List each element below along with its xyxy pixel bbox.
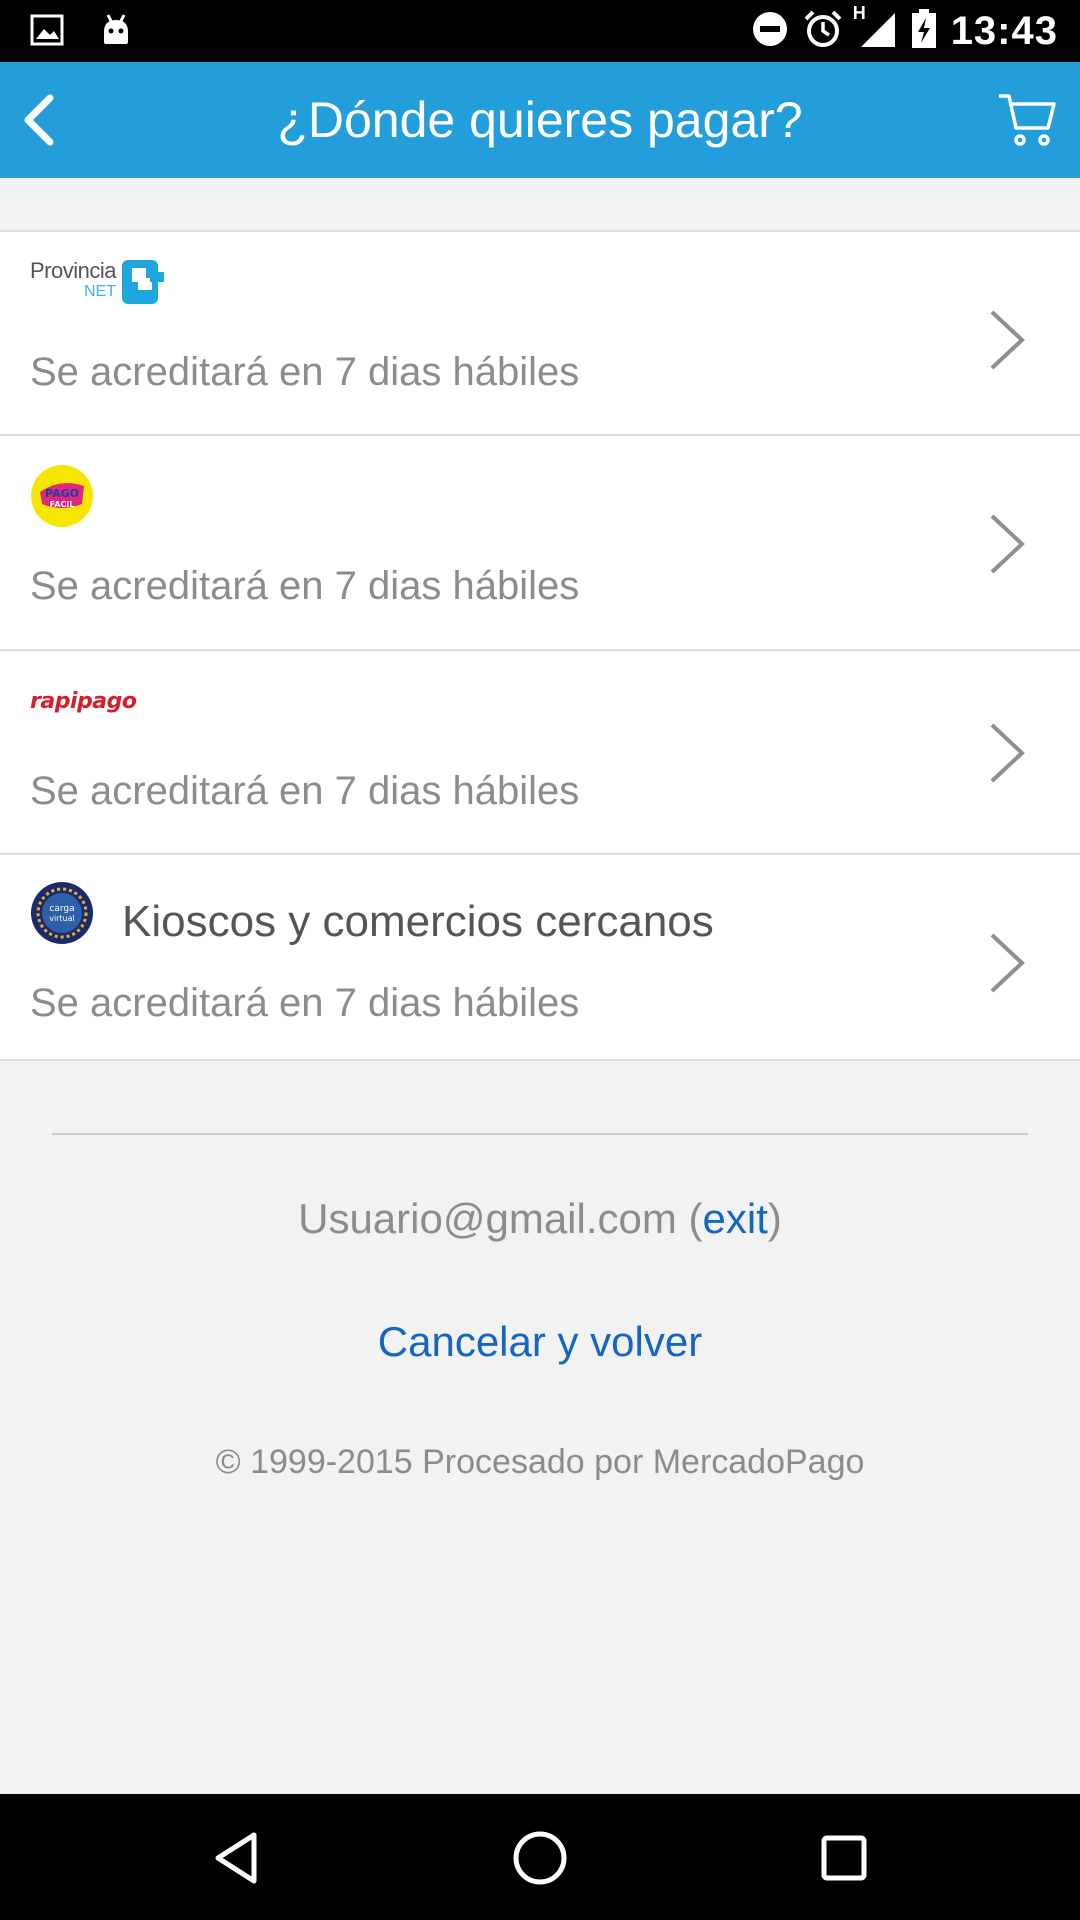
provincia-net-logo: Provincia NET [30, 260, 164, 306]
payment-options-list: Provincia NET Se acreditará en 7 dias há… [0, 230, 1080, 1061]
cart-icon [999, 94, 1056, 146]
battery-charging-icon [911, 8, 937, 54]
user-account-line: Usuario@gmail.com (exit) [298, 1195, 782, 1242]
cart-button[interactable] [994, 86, 1060, 152]
home-circle-icon [513, 1831, 567, 1885]
nav-home-button[interactable] [500, 1818, 580, 1898]
exit-link[interactable]: exit [703, 1195, 768, 1242]
page-title: ¿Dónde quieres pagar? [277, 92, 803, 148]
back-button[interactable] [10, 88, 70, 152]
nav-back-button[interactable] [196, 1818, 276, 1898]
credit-time-text: Se acreditará en 7 dias hábiles [30, 350, 580, 394]
credit-time-text: Se acreditará en 7 dias hábiles [30, 769, 580, 813]
credit-time-text: Se acreditará en 7 dias hábiles [30, 564, 580, 608]
chevron-right-icon [990, 514, 1025, 574]
svg-text:FACIL: FACIL [50, 500, 75, 509]
recents-square-icon [821, 1835, 867, 1881]
divider [52, 1133, 1028, 1135]
android-icon [98, 12, 134, 53]
status-bar: H 13:43 [0, 0, 1080, 62]
pago-facil-logo: PAGO FACIL [30, 464, 94, 533]
payment-option-title: Kioscos y comercios cercanos [122, 896, 714, 946]
svg-text:virtual: virtual [49, 914, 75, 923]
nav-recents-button[interactable] [804, 1818, 884, 1898]
svg-text:PAGO: PAGO [45, 487, 79, 500]
chevron-left-icon [24, 94, 54, 146]
carga-virtual-logo: carga virtual [30, 881, 94, 950]
do-not-disturb-icon [751, 10, 789, 53]
user-email: Usuario@gmail.com [298, 1195, 677, 1242]
payment-option-kioscos[interactable]: carga virtual Kioscos y comercios cercano… [0, 855, 1080, 1059]
chevron-right-icon [990, 933, 1025, 993]
payment-option-provincia-net[interactable]: Provincia NET Se acreditará en 7 dias há… [0, 232, 1080, 436]
back-triangle-icon [215, 1832, 257, 1884]
image-icon [30, 13, 64, 52]
credit-time-text: Se acreditará en 7 dias hábiles [30, 981, 580, 1025]
cancel-and-return-link[interactable]: Cancelar y volver [0, 1318, 1080, 1366]
app-bar: ¿Dónde quieres pagar? [0, 62, 1080, 178]
signal-icon: H [853, 3, 897, 54]
alarm-icon [803, 9, 843, 54]
network-type-label: H [852, 2, 866, 23]
rapipago-logo: rapipago [30, 689, 137, 714]
clock: 13:43 [950, 8, 1058, 53]
payment-option-rapipago[interactable]: rapipago Se acreditará en 7 dias hábiles [0, 651, 1080, 855]
chevron-right-icon [990, 723, 1025, 783]
copyright-text: © 1999-2015 Procesado por MercadoPago [215, 1443, 865, 1481]
navigation-bar [0, 1794, 1080, 1920]
payment-option-pago-facil[interactable]: PAGO FACIL Se acreditará en 7 dias hábile… [0, 436, 1080, 651]
chevron-right-icon [990, 310, 1025, 370]
svg-text:carga: carga [49, 904, 74, 914]
